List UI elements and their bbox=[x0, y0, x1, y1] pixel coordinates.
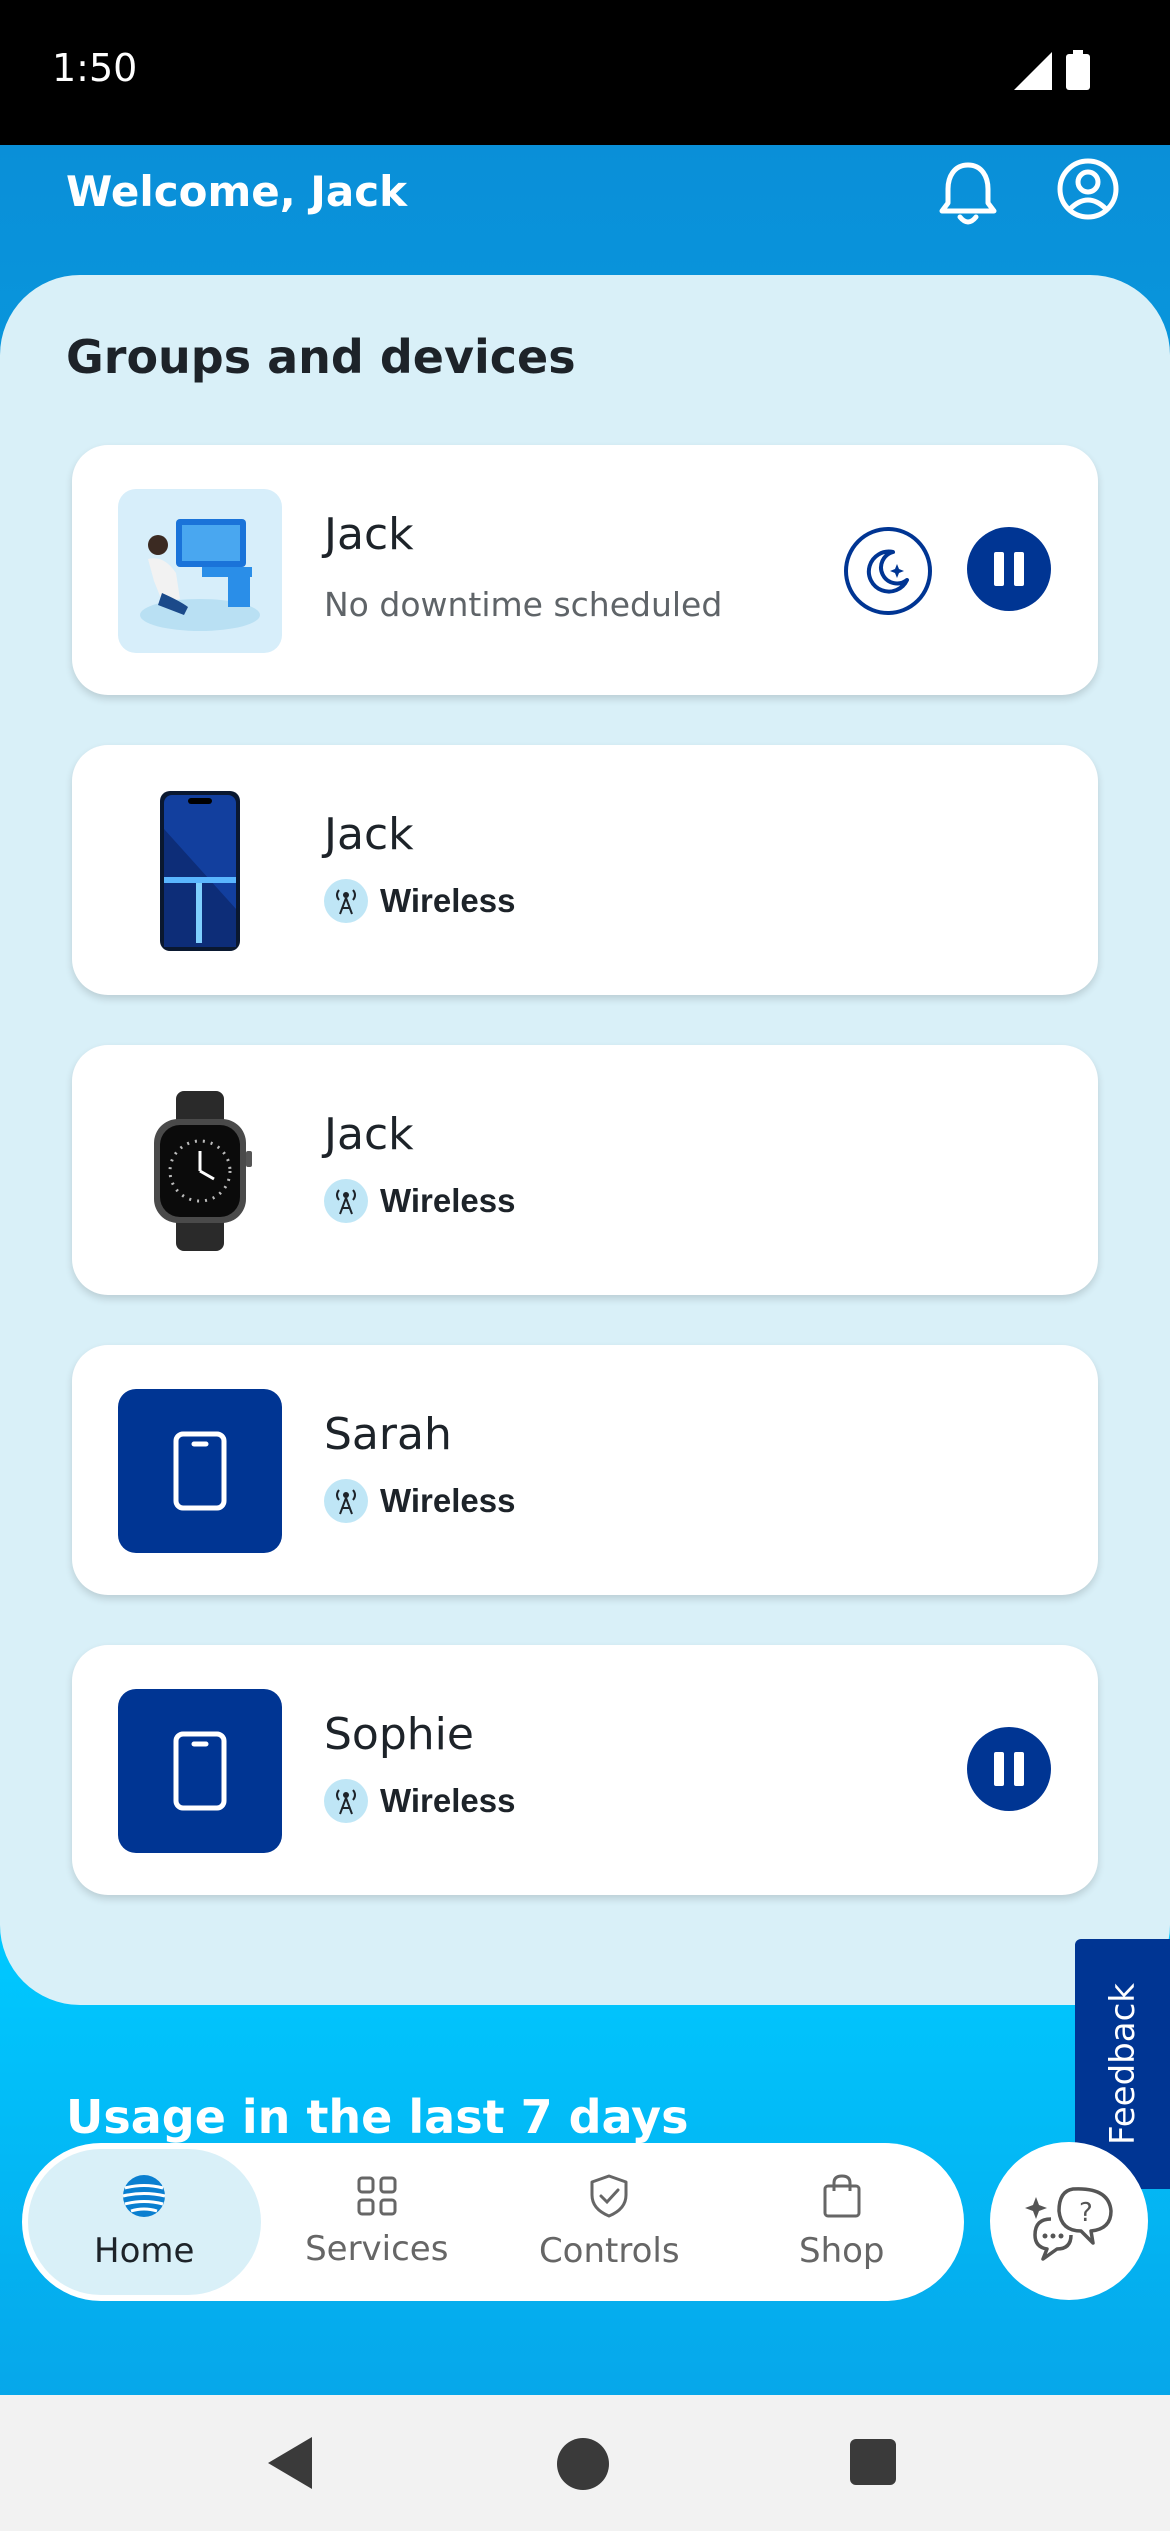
shield-check-icon bbox=[590, 2174, 628, 2218]
phone-icon bbox=[118, 1689, 282, 1853]
nav-shop-label: Shop bbox=[798, 2231, 885, 2271]
system-nav-bar bbox=[0, 2395, 1170, 2531]
device-type: Wireless bbox=[324, 1779, 515, 1823]
pause-button[interactable] bbox=[967, 527, 1051, 611]
nav-controls[interactable]: Controls bbox=[493, 2149, 726, 2295]
device-type-label: Wireless bbox=[380, 1182, 516, 1219]
device-type-label: Wireless bbox=[380, 1482, 516, 1519]
profile-icon[interactable] bbox=[1056, 157, 1120, 221]
chat-assistant-button[interactable]: ? bbox=[990, 2142, 1148, 2300]
moon-icon bbox=[866, 549, 909, 594]
device-card-sarah[interactable]: Sarah Wireless bbox=[72, 1345, 1098, 1595]
device-name: Sarah bbox=[324, 1409, 452, 1460]
smartwatch-image bbox=[118, 1089, 282, 1253]
wireless-tower-icon bbox=[324, 1479, 368, 1523]
recents-square-icon[interactable] bbox=[850, 2439, 896, 2485]
battery-icon bbox=[1066, 50, 1090, 90]
nav-home[interactable]: Home bbox=[28, 2149, 261, 2295]
device-type-label: Wireless bbox=[380, 1782, 516, 1819]
device-card-jack-phone[interactable]: Jack Wireless bbox=[72, 745, 1098, 995]
status-time: 1:50 bbox=[52, 46, 138, 90]
home-circle-icon[interactable] bbox=[557, 2438, 609, 2490]
smartphone-image bbox=[118, 789, 282, 953]
app-screen: Welcome, Jack Groups and devices Jack No… bbox=[0, 145, 1170, 2395]
bell-icon[interactable] bbox=[938, 159, 998, 227]
wireless-tower-icon bbox=[324, 1179, 368, 1223]
device-name: Sophie bbox=[324, 1709, 474, 1760]
att-globe-icon bbox=[122, 2175, 166, 2217]
nav-services[interactable]: Services bbox=[261, 2149, 494, 2295]
group-card-jack[interactable]: Jack No downtime scheduled bbox=[72, 445, 1098, 695]
downtime-schedule-button[interactable] bbox=[844, 527, 932, 615]
group-name: Jack bbox=[324, 509, 414, 560]
phone-icon bbox=[118, 1389, 282, 1553]
signal-icon bbox=[1014, 52, 1052, 90]
device-name: Jack bbox=[324, 1109, 414, 1160]
person-computer-illustration bbox=[118, 489, 282, 653]
device-type-label: Wireless bbox=[380, 882, 516, 919]
chat-help-icon: ? bbox=[1025, 2187, 1113, 2261]
status-bar: 1:50 bbox=[0, 0, 1170, 145]
nav-services-label: Services bbox=[305, 2229, 449, 2269]
wireless-tower-icon bbox=[324, 1779, 368, 1823]
device-type: Wireless bbox=[324, 1479, 515, 1523]
svg-text:?: ? bbox=[1079, 2198, 1093, 2228]
device-type: Wireless bbox=[324, 1179, 515, 1223]
usage-title: Usage in the last 7 days bbox=[66, 2090, 689, 2144]
downtime-status: No downtime scheduled bbox=[324, 585, 723, 624]
grid-icon bbox=[357, 2176, 397, 2216]
nav-controls-label: Controls bbox=[538, 2231, 680, 2271]
wireless-tower-icon bbox=[324, 879, 368, 923]
nav-home-label: Home bbox=[94, 2231, 195, 2271]
header: Welcome, Jack bbox=[0, 145, 1170, 275]
device-card-jack-watch[interactable]: Jack Wireless bbox=[72, 1045, 1098, 1295]
nav-shop[interactable]: Shop bbox=[726, 2149, 959, 2295]
back-icon[interactable] bbox=[268, 2437, 314, 2489]
device-card-sophie[interactable]: Sophie Wireless bbox=[72, 1645, 1098, 1895]
device-type: Wireless bbox=[324, 879, 515, 923]
device-name: Jack bbox=[324, 809, 414, 860]
status-icons bbox=[1014, 50, 1090, 90]
feedback-label: Feedback bbox=[1102, 1983, 1143, 2145]
pause-button[interactable] bbox=[967, 1727, 1051, 1811]
bottom-nav: Home Services Controls Shop bbox=[22, 2143, 964, 2301]
welcome-text: Welcome, Jack bbox=[66, 167, 408, 216]
groups-panel: Groups and devices Jack No downtime sche… bbox=[0, 275, 1170, 2005]
shopping-bag-icon bbox=[823, 2174, 861, 2218]
section-title: Groups and devices bbox=[66, 330, 576, 384]
